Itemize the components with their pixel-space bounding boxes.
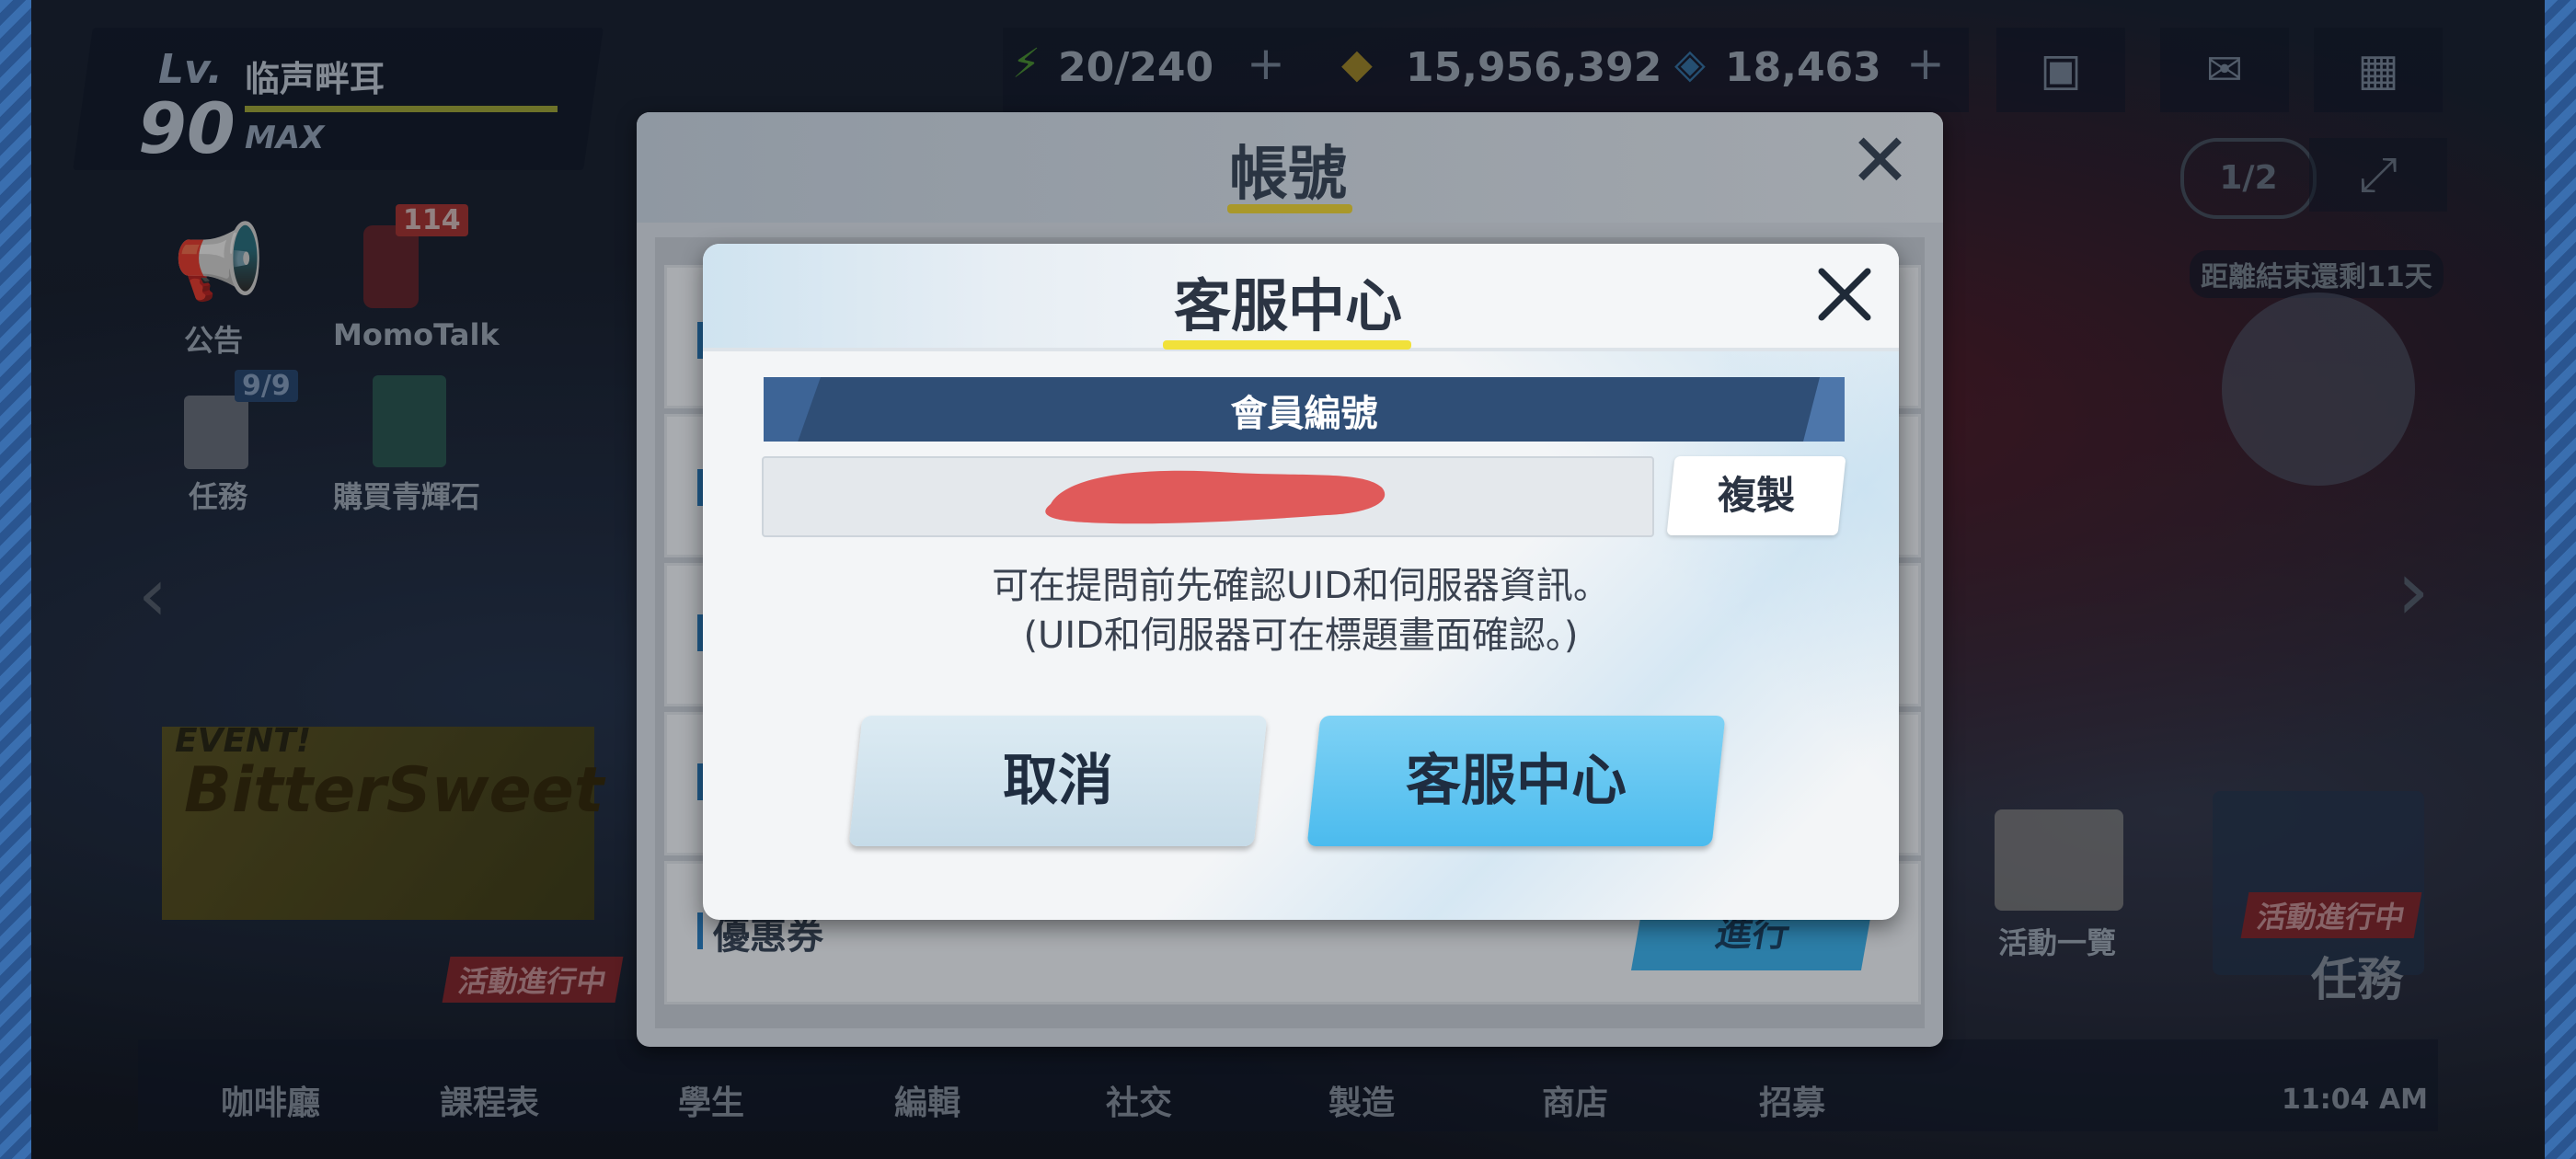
account-close-icon[interactable]: ✕ [1849, 124, 1911, 198]
cancel-button[interactable]: 取消 [848, 716, 1268, 846]
row-accent [697, 912, 703, 949]
support-button-label: 客服中心 [1406, 749, 1627, 813]
right-border [2545, 0, 2576, 1159]
copy-button-label: 複製 [1717, 473, 1795, 518]
redaction-mark [1032, 460, 1398, 530]
support-close-icon[interactable] [1812, 262, 1877, 327]
support-title-underline [1163, 340, 1411, 350]
account-dialog-title: 帳號 [1229, 141, 1347, 209]
info-text-line2: (UID和伺服器可在標題畫面確認。) [1023, 614, 1579, 657]
copy-button[interactable]: 複製 [1666, 456, 1846, 535]
customer-support-button[interactable]: 客服中心 [1306, 716, 1726, 846]
member-id-label: 會員編號 [1230, 393, 1378, 435]
left-border [0, 0, 31, 1159]
account-title-underline [1227, 204, 1352, 213]
info-text-line1: 可在提問前先確認UID和伺服器資訊。 [992, 565, 1610, 607]
cancel-button-label: 取消 [1003, 749, 1113, 813]
support-dialog-title: 客服中心 [1173, 272, 1402, 339]
